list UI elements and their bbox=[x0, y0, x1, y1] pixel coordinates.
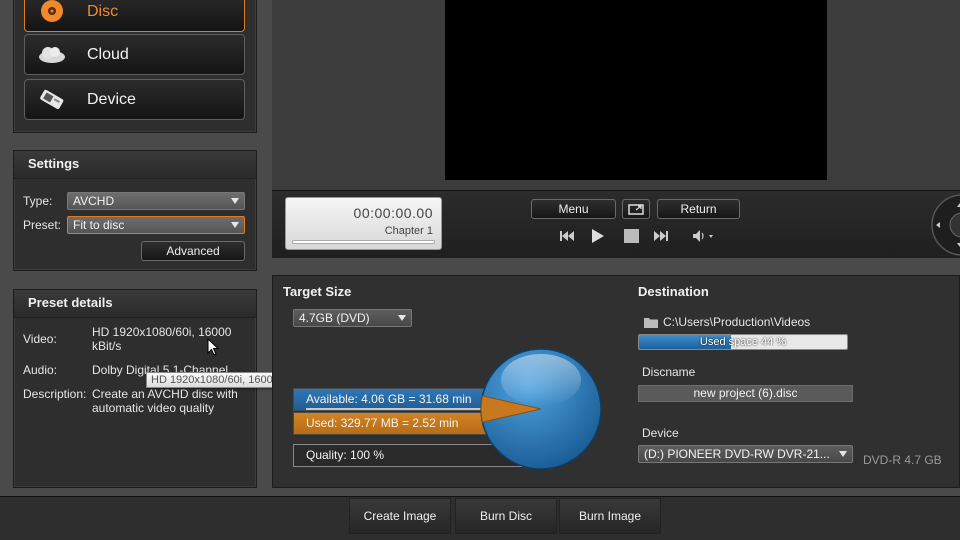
skip-forward-icon[interactable] bbox=[652, 228, 670, 244]
nav-disc-label: Disc bbox=[87, 3, 119, 20]
destination-title: Destination bbox=[638, 284, 709, 299]
description-value: Create an AVCHD disc with automatic vide… bbox=[92, 387, 238, 415]
preset-details-title: Preset details bbox=[14, 290, 256, 318]
device-select[interactable]: (D:) PIONEER DVD-RW DVR-21... bbox=[638, 445, 853, 463]
nav-device-label: Device bbox=[87, 91, 136, 108]
video-label: Video: bbox=[23, 332, 57, 346]
type-select[interactable]: AVCHD bbox=[67, 192, 245, 210]
audio-label: Audio: bbox=[23, 363, 58, 377]
used-space-gauge: Used space 44 % bbox=[638, 334, 848, 350]
burn-image-button[interactable]: Burn Image bbox=[559, 498, 661, 534]
burn-disc-button[interactable]: Burn Disc bbox=[455, 498, 557, 534]
device-label: Device bbox=[642, 426, 679, 440]
chapter-value: Chapter 1 bbox=[384, 225, 433, 237]
discname-label: Discname bbox=[642, 365, 696, 379]
nav-disc-button[interactable]: Disc bbox=[24, 0, 245, 32]
scrub-bar[interactable] bbox=[292, 240, 435, 244]
cloud-icon bbox=[39, 47, 65, 63]
nav-cloud-label: Cloud bbox=[87, 46, 129, 63]
target-size-value: 4.7GB (DVD) bbox=[299, 311, 370, 325]
create-image-button[interactable]: Create Image bbox=[349, 498, 451, 534]
fullscreen-icon bbox=[628, 204, 644, 215]
media-type-label: DVD-R 4.7 GB bbox=[863, 453, 942, 467]
nav-cloud-button[interactable]: Cloud bbox=[24, 34, 245, 75]
preset-select[interactable]: Fit to disc bbox=[67, 216, 245, 234]
type-label: Type: bbox=[23, 194, 53, 208]
timecode-display: 00:00:00.00 Chapter 1 bbox=[285, 197, 442, 250]
fullscreen-button[interactable] bbox=[622, 199, 650, 219]
nav-device-button[interactable]: Device bbox=[24, 79, 245, 120]
chevron-down-icon bbox=[398, 315, 406, 321]
volume-icon[interactable] bbox=[692, 228, 718, 244]
mouse-cursor-icon bbox=[207, 338, 219, 356]
video-value: HD 1920x1080/60i, 16000 kBit/s bbox=[92, 325, 232, 353]
description-label: Description: bbox=[23, 387, 87, 401]
menu-button[interactable]: Menu bbox=[531, 199, 616, 219]
disc-icon bbox=[41, 0, 63, 22]
pie-shine bbox=[501, 354, 581, 406]
available-value: Available: 4.06 GB = 31.68 min bbox=[306, 392, 472, 406]
folder-icon[interactable] bbox=[644, 316, 658, 328]
play-icon[interactable] bbox=[589, 228, 607, 244]
quality-value: Quality: 100 % bbox=[306, 448, 385, 462]
type-value: AVCHD bbox=[73, 194, 115, 208]
preset-label: Preset: bbox=[23, 218, 62, 232]
chevron-down-icon bbox=[839, 451, 847, 457]
target-size-select[interactable]: 4.7GB (DVD) bbox=[293, 309, 412, 327]
chevron-down-icon bbox=[231, 222, 239, 228]
destination-path[interactable]: C:\Users\Production\Videos bbox=[663, 315, 810, 329]
advanced-button[interactable]: Advanced bbox=[141, 241, 245, 261]
timecode-value: 00:00:00.00 bbox=[353, 205, 433, 221]
skip-back-icon[interactable] bbox=[558, 228, 576, 244]
used-space-text: Used space 44 % bbox=[699, 336, 787, 348]
used-value: Used: 329.77 MB = 2.52 min bbox=[306, 416, 459, 430]
target-size-title: Target Size bbox=[283, 284, 352, 299]
return-button[interactable]: Return bbox=[657, 199, 740, 219]
discname-input[interactable]: new project (6).disc bbox=[638, 385, 853, 402]
stop-icon[interactable] bbox=[623, 228, 641, 244]
preset-value: Fit to disc bbox=[73, 218, 125, 232]
device-value: (D:) PIONEER DVD-RW DVR-21... bbox=[644, 447, 830, 461]
chevron-down-icon bbox=[231, 198, 239, 204]
preview-screen bbox=[445, 0, 827, 180]
device-icon bbox=[40, 89, 64, 109]
settings-title: Settings bbox=[14, 151, 256, 179]
dvd-navigation-wheel[interactable] bbox=[922, 193, 960, 257]
disc-usage-pie bbox=[480, 348, 602, 470]
